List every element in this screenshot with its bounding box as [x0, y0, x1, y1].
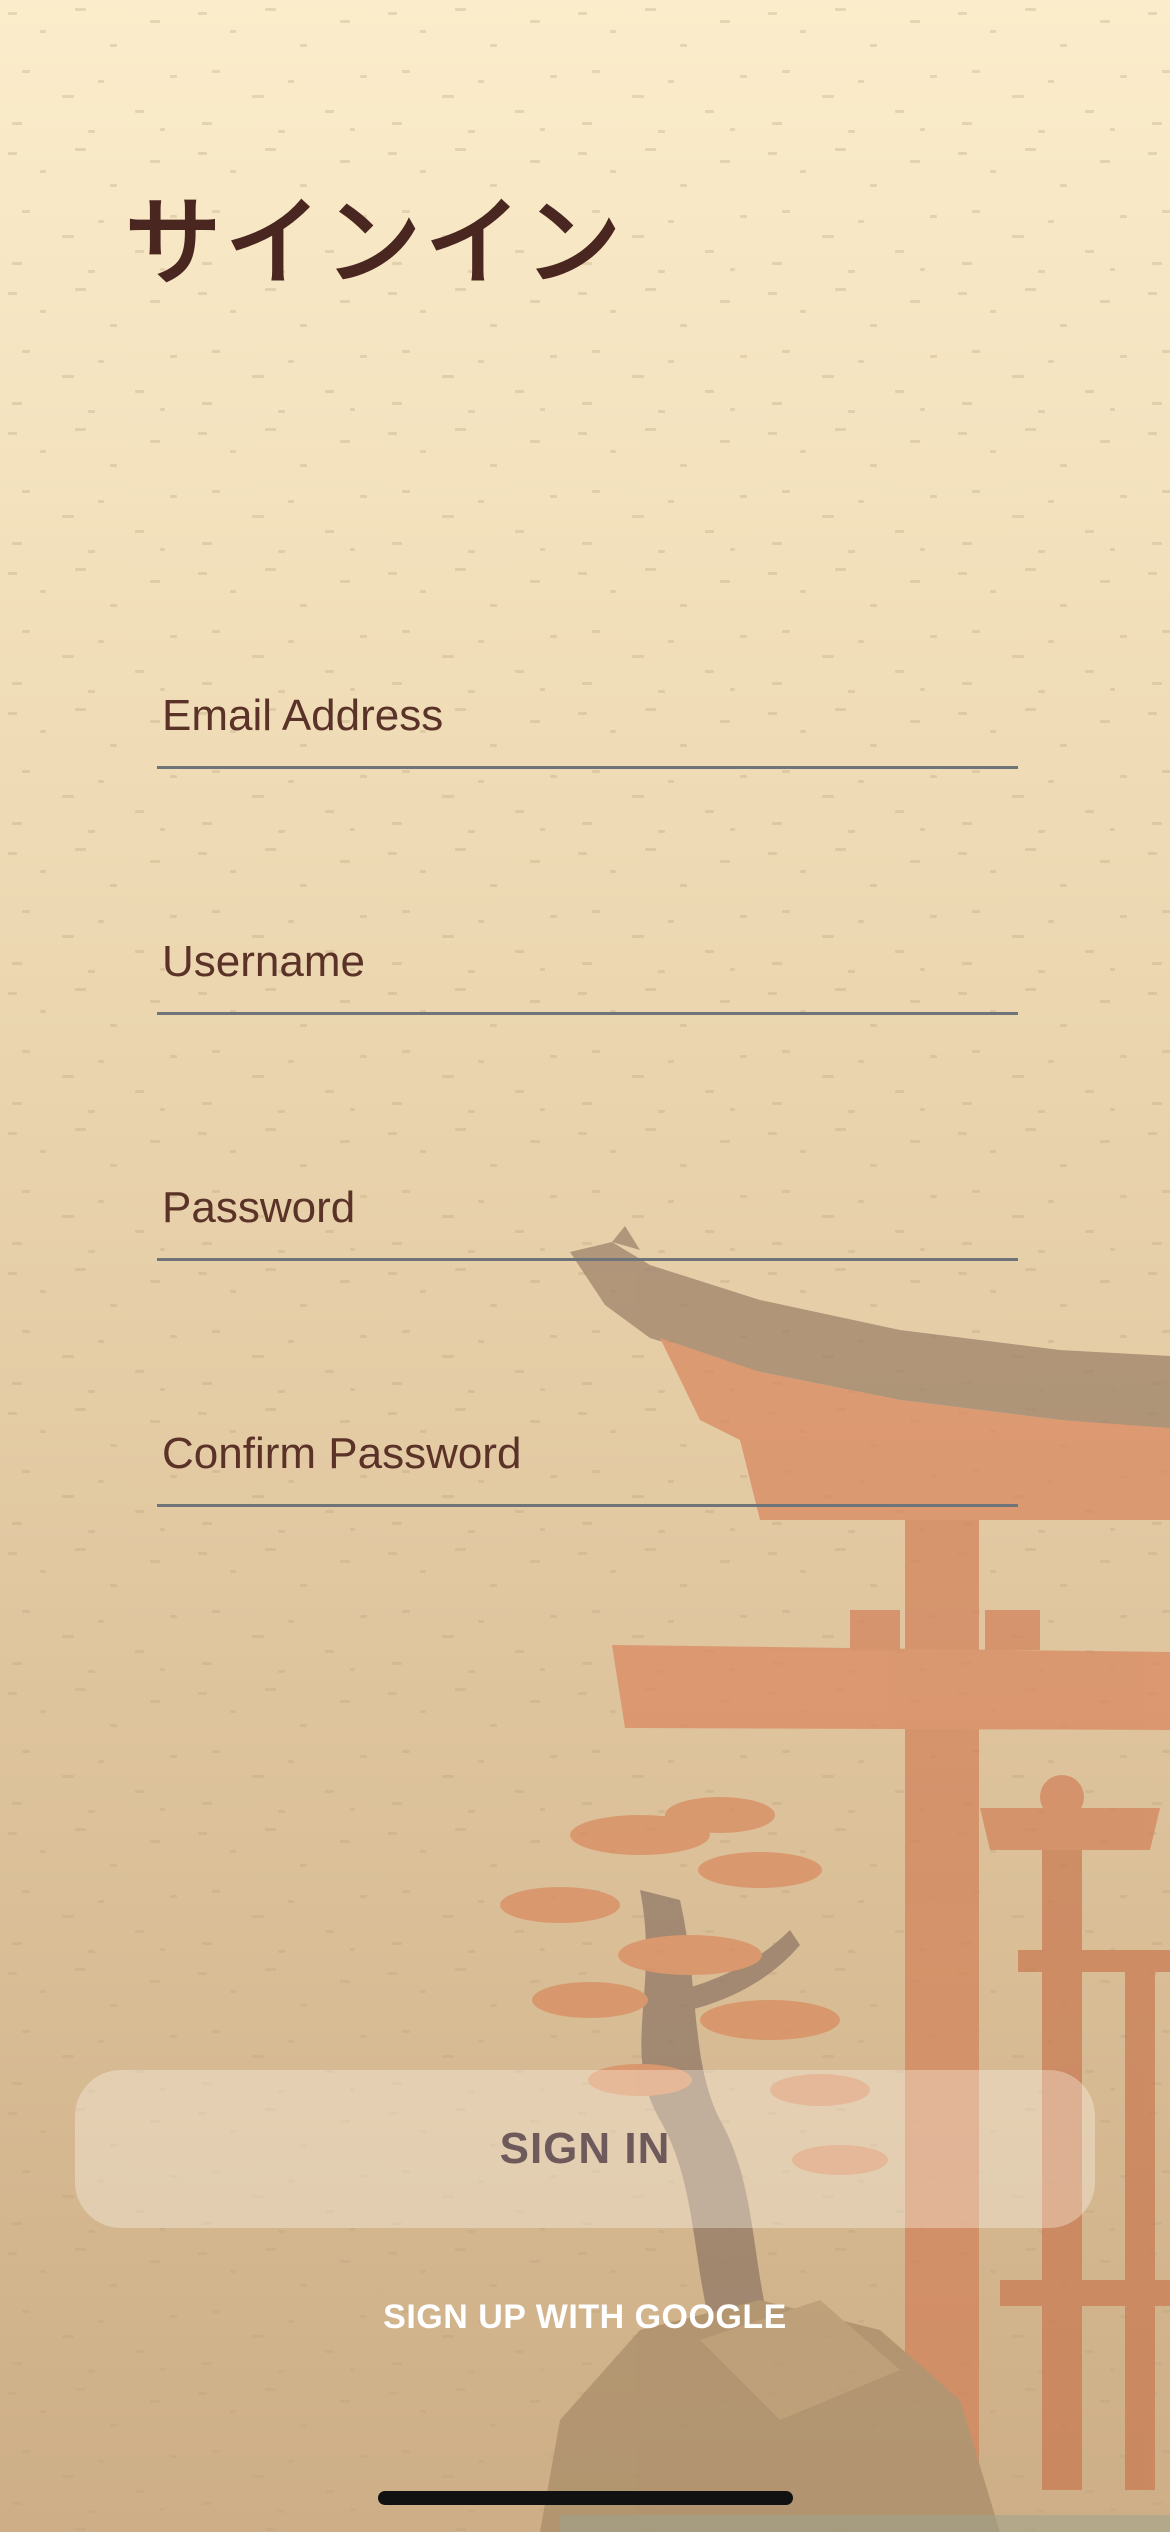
confirm-password-field[interactable]	[157, 1416, 1018, 1507]
password-field[interactable]	[157, 1170, 1018, 1261]
username-field[interactable]	[157, 924, 1018, 1015]
email-field[interactable]	[157, 678, 1018, 769]
page-title: サインイン	[125, 187, 625, 299]
google-signup-link[interactable]: SIGN UP WITH GOOGLE	[0, 2298, 1170, 2337]
sign-in-button[interactable]: SIGN IN	[75, 2070, 1095, 2228]
home-indicator	[378, 2491, 793, 2505]
